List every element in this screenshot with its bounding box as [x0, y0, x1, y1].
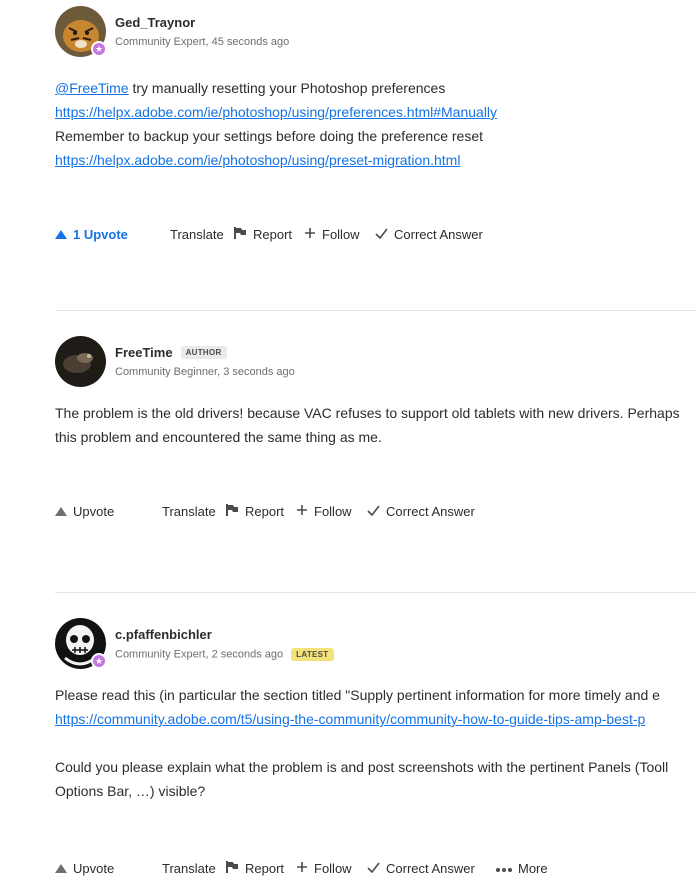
upvote-button[interactable]: Upvote	[55, 856, 114, 880]
checkmark-icon	[367, 504, 380, 519]
body-text: Options Bar, …) visible?	[55, 783, 206, 799]
correct-answer-button[interactable]: Correct Answer	[367, 499, 475, 523]
author-role: Community Beginner	[115, 366, 218, 378]
translate-button[interactable]: Translate	[170, 222, 224, 246]
flag-icon	[233, 226, 247, 243]
body-text: Please read this (in particular the sect…	[55, 687, 660, 703]
author-subline: Community Beginner, 3 seconds ago	[115, 366, 295, 378]
report-label: Report	[245, 860, 285, 876]
follow-label: Follow	[314, 503, 352, 519]
report-button[interactable]: Report	[233, 222, 292, 246]
correct-answer-button[interactable]: Correct Answer	[375, 222, 483, 246]
post-time[interactable]: 45 seconds ago	[212, 36, 290, 48]
post-actions: Upvote Translate Report Follow Correct A…	[55, 499, 696, 523]
body-text: Remember to backup your settings before …	[55, 128, 484, 144]
upvote-label: 1 Upvote	[73, 226, 128, 242]
author-meta: FreeTime AUTHOR Community Beginner, 3 sec…	[115, 344, 295, 378]
upvote-arrow-icon	[55, 506, 67, 516]
correct-answer-label: Correct Answer	[394, 226, 483, 242]
username[interactable]: Ged_Traynor	[115, 15, 195, 30]
reply-post: ★ c.pfaffenbichler Community Expert, 2 s…	[55, 618, 696, 880]
flag-icon	[225, 503, 239, 520]
post-body: Please read this (in particular the sect…	[55, 683, 696, 803]
post-divider	[55, 592, 696, 593]
upvote-arrow-icon	[55, 863, 67, 873]
upvote-label: Upvote	[73, 503, 115, 519]
upvote-button[interactable]: 1 Upvote	[55, 222, 128, 246]
username[interactable]: FreeTime	[115, 345, 173, 360]
correct-answer-label: Correct Answer	[386, 860, 475, 876]
report-label: Report	[253, 226, 293, 242]
post-time[interactable]: 2 seconds ago	[212, 648, 284, 660]
post-header: FreeTime AUTHOR Community Beginner, 3 sec…	[55, 336, 696, 388]
translate-button[interactable]: Translate	[162, 499, 216, 523]
correct-answer-button[interactable]: Correct Answer	[367, 856, 475, 880]
author-role: Community Expert	[115, 36, 206, 48]
report-button[interactable]: Report	[225, 499, 284, 523]
username[interactable]: c.pfaffenbichler	[115, 627, 212, 642]
post-time[interactable]: 3 seconds ago	[223, 366, 295, 378]
author-meta: c.pfaffenbichler Community Expert, 2 sec…	[115, 626, 334, 661]
follow-button[interactable]: Follow	[296, 499, 352, 523]
community-expert-star-icon: ★	[91, 41, 107, 57]
translate-button[interactable]: Translate	[162, 856, 216, 880]
latest-tag: LATEST	[291, 648, 334, 661]
community-expert-star-icon: ★	[91, 653, 107, 669]
more-button[interactable]: More	[496, 856, 548, 880]
correct-answer-label: Correct Answer	[386, 503, 475, 519]
author-tag: AUTHOR	[180, 346, 227, 360]
plus-icon	[296, 861, 308, 876]
body-link[interactable]: https://helpx.adobe.com/ie/photoshop/usi…	[55, 152, 460, 168]
checkmark-icon	[367, 861, 380, 876]
author-role: Community Expert	[115, 648, 206, 661]
body-text: this problem and encountered the same th…	[55, 429, 382, 445]
follow-label: Follow	[314, 860, 352, 876]
reply-post: FreeTime AUTHOR Community Beginner, 3 sec…	[55, 336, 696, 523]
body-text: try manually resetting your Photoshop pr…	[128, 80, 446, 96]
translate-label: Translate	[170, 226, 224, 242]
upvote-arrow-icon	[55, 229, 67, 239]
checkmark-icon	[375, 227, 388, 242]
avatar[interactable]	[55, 336, 106, 387]
body-link[interactable]: https://helpx.adobe.com/ie/photoshop/usi…	[55, 104, 497, 120]
translate-label: Translate	[162, 503, 216, 519]
body-text: Could you please explain what the proble…	[55, 759, 669, 775]
author-subline: Community Expert, 45 seconds ago	[115, 36, 290, 48]
plus-icon	[296, 504, 308, 519]
translate-label: Translate	[162, 860, 216, 876]
plus-icon	[304, 227, 316, 242]
follow-button[interactable]: Follow	[304, 222, 360, 246]
body-link[interactable]: https://community.adobe.com/t5/using-the…	[55, 711, 645, 727]
post-body: @FreeTime try manually resetting your Ph…	[55, 76, 696, 172]
mention-link[interactable]: @FreeTime	[55, 80, 129, 96]
post-header: ★ c.pfaffenbichler Community Expert, 2 s…	[55, 618, 696, 670]
post-divider	[55, 310, 696, 311]
follow-label: Follow	[322, 226, 360, 242]
reply-post: ★ Ged_Traynor Community Expert, 45 secon…	[55, 6, 696, 246]
author-subline: Community Expert, 2 seconds ago LATEST	[115, 648, 334, 661]
post-actions: Upvote Translate Report Follow Correct A…	[55, 856, 696, 880]
report-button[interactable]: Report	[225, 856, 284, 880]
post-header: ★ Ged_Traynor Community Expert, 45 secon…	[55, 6, 696, 58]
more-dots-icon	[496, 861, 512, 876]
post-body: The problem is the old drivers! because …	[55, 401, 696, 449]
follow-button[interactable]: Follow	[296, 856, 352, 880]
report-label: Report	[245, 503, 285, 519]
body-text: The problem is the old drivers! because …	[55, 405, 680, 421]
flag-icon	[225, 860, 239, 877]
upvote-button[interactable]: Upvote	[55, 499, 114, 523]
author-meta: Ged_Traynor Community Expert, 45 seconds…	[115, 14, 289, 48]
upvote-label: Upvote	[73, 860, 115, 876]
post-actions: 1 Upvote Translate Report Follow Correct…	[55, 222, 696, 246]
more-label: More	[518, 860, 548, 876]
